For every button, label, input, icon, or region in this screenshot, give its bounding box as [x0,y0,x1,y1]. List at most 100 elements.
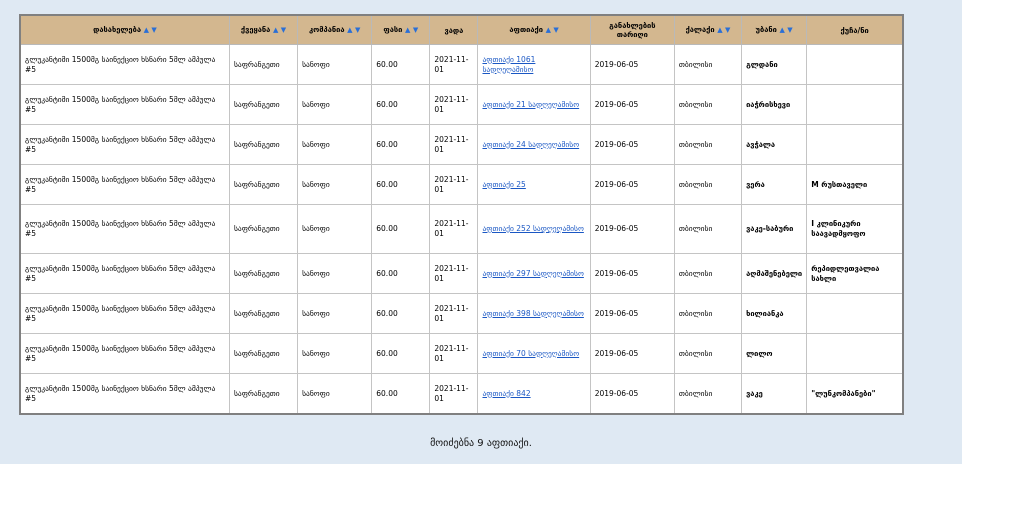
cell-district: ვაკე-საბური [741,204,808,254]
cell-city: თბილისი [673,333,743,374]
cell-updated: 2019-06-05 [589,293,675,334]
sort-arrows-icon[interactable]: ▲ ▼ [717,26,730,34]
pharmacy-link[interactable]: აფთიაქი 398 სადღეღამისო [482,309,583,318]
sort-arrows-icon[interactable]: ▲ ▼ [144,26,157,34]
cell-company: სანოფი [297,204,373,254]
sort-arrows-icon[interactable]: ▲ ▼ [546,26,559,34]
column-header-label: ქალაქი [685,25,715,34]
pharmacy-results-table: დასახელება ▲ ▼ ქვეყანა ▲ ▼ კომპანია ▲ ▼ ფას… [19,14,904,415]
results-panel: დასახელება ▲ ▼ ქვეყანა ▲ ▼ კომპანია ▲ ▼ ფას… [0,0,962,464]
sort-arrows-icon[interactable]: ▲ ▼ [347,26,360,34]
pharmacy-link[interactable]: აფთიაქი 297 სადღეღამისო [482,269,583,278]
cell-city: თბილისი [673,44,743,85]
pharmacy-link[interactable]: აფთიაქი 1061 სადღეღამისო [482,55,535,74]
column-header-label: აფთიაქი [509,25,543,34]
column-header-label: ფასი [383,25,403,34]
column-header-label: დასახელება [93,25,141,34]
cell-updated: 2019-06-05 [589,373,675,415]
pharmacy-link[interactable]: აფთიაქი 252 სადღეღამისო [482,224,583,233]
cell-expiry: 2021-11-01 [429,124,479,165]
table-row: გლუკანტიმი 1500მგ საინექციო ხსნარი 5მლ ა… [19,333,904,374]
cell-price: 60.00 [371,333,431,374]
cell-expiry: 2021-11-01 [429,333,479,374]
cell-updated: 2019-06-05 [589,204,675,254]
cell-expiry: 2021-11-01 [429,253,479,294]
column-header-9: ქუჩა/ნი [806,14,904,45]
cell-district: ავჭალა [741,124,808,165]
cell-name: გლუკანტიმი 1500მგ საინექციო ხსნარი 5მლ ა… [19,333,230,374]
column-header-label: კომპანია [309,25,345,34]
table-header-row: დასახელება ▲ ▼ ქვეყანა ▲ ▼ კომპანია ▲ ▼ ფას… [19,14,904,45]
cell-street: "ლუნკომპანები" [806,373,904,415]
cell-expiry: 2021-11-01 [429,293,479,334]
cell-pharmacy: აფთიაქი 21 სადღეღამისო [477,84,591,125]
table-row: გლუკანტიმი 1500მგ საინექციო ხსნარი 5მლ ა… [19,373,904,415]
cell-expiry: 2021-11-01 [429,44,479,85]
table-row: გლუკანტიმი 1500მგ საინექციო ხსნარი 5მლ ა… [19,124,904,165]
cell-price: 60.00 [371,373,431,415]
cell-district: იაჭრისხევი [741,84,808,125]
cell-country: საფრანგეთი [228,333,299,374]
results-count-text: მოიძებნა 9 აფთიაქი. [430,438,532,449]
cell-price: 60.00 [371,124,431,165]
cell-pharmacy: აფთიაქი 297 სადღეღამისო [477,253,591,294]
pharmacy-link[interactable]: აფთიაქი 21 სადღეღამისო [482,100,579,109]
column-header-6: განახლების თარიღი [589,14,675,45]
table-row: გლუკანტიმი 1500მგ საინექციო ხსნარი 5მლ ა… [19,84,904,125]
cell-price: 60.00 [371,253,431,294]
cell-name: გლუკანტიმი 1500მგ საინექციო ხსნარი 5მლ ა… [19,44,230,85]
column-header-label: ქვეყანა [240,25,271,34]
cell-name: გლუკანტიმი 1500მგ საინექციო ხსნარი 5მლ ა… [19,293,230,334]
cell-street [806,84,904,125]
cell-district: ხილიანკა [741,293,808,334]
cell-street: M რუსთაველი [806,164,904,205]
pharmacy-link[interactable]: აფთიაქი 70 სადღეღამისო [482,349,579,358]
cell-city: თბილისი [673,373,743,415]
cell-city: თბილისი [673,204,743,254]
cell-pharmacy: აფთიაქი 1061 სადღეღამისო [477,44,591,85]
cell-pharmacy: აფთიაქი 70 სადღეღამისო [477,333,591,374]
cell-city: თბილისი [673,253,743,294]
column-header-label: განახლების თარიღი [609,21,656,39]
cell-company: სანოფი [297,293,373,334]
column-header-0[interactable]: დასახელება ▲ ▼ [19,14,230,45]
column-header-5[interactable]: აფთიაქი ▲ ▼ [477,14,591,45]
pharmacy-link[interactable]: აფთიაქი 842 [482,389,530,398]
column-header-2[interactable]: კომპანია ▲ ▼ [297,14,373,45]
sort-arrows-icon[interactable]: ▲ ▼ [405,26,418,34]
table-body: გლუკანტიმი 1500მგ საინექციო ხსნარი 5მლ ა… [19,44,904,415]
cell-name: გლუკანტიმი 1500მგ საინექციო ხსნარი 5მლ ა… [19,124,230,165]
pharmacy-link[interactable]: აფთიაქი 25 [482,180,525,189]
table-row: გლუკანტიმი 1500მგ საინექციო ხსნარი 5მლ ა… [19,293,904,334]
cell-street: რეპიდლეთვალია სახლი [806,253,904,294]
cell-company: სანოფი [297,84,373,125]
cell-district: აღმაშენებელი [741,253,808,294]
cell-name: გლუკანტიმი 1500მგ საინექციო ხსნარი 5მლ ა… [19,164,230,205]
cell-street [806,293,904,334]
cell-district: გლდანი [741,44,808,85]
column-header-1[interactable]: ქვეყანა ▲ ▼ [228,14,299,45]
cell-country: საფრანგეთი [228,253,299,294]
cell-city: თბილისი [673,124,743,165]
cell-pharmacy: აფთიაქი 25 [477,164,591,205]
cell-country: საფრანგეთი [228,84,299,125]
pharmacy-link[interactable]: აფთიაქი 24 სადღეღამისო [482,140,579,149]
cell-company: სანოფი [297,373,373,415]
column-header-3[interactable]: ფასი ▲ ▼ [371,14,431,45]
cell-updated: 2019-06-05 [589,164,675,205]
cell-city: თბილისი [673,293,743,334]
column-header-label: ქუჩა/ნი [840,25,869,35]
sort-arrows-icon[interactable]: ▲ ▼ [779,26,792,34]
cell-name: გლუკანტიმი 1500მგ საინექციო ხსნარი 5მლ ა… [19,204,230,254]
sort-arrows-icon[interactable]: ▲ ▼ [273,26,286,34]
column-header-8[interactable]: უბანი ▲ ▼ [741,14,808,45]
cell-price: 60.00 [371,84,431,125]
cell-country: საფრანგეთი [228,124,299,165]
cell-price: 60.00 [371,204,431,254]
cell-updated: 2019-06-05 [589,44,675,85]
cell-company: სანოფი [297,124,373,165]
column-header-4: ვადა [429,14,479,45]
table-row: გლუკანტიმი 1500მგ საინექციო ხსნარი 5მლ ა… [19,204,904,254]
cell-name: გლუკანტიმი 1500მგ საინექციო ხსნარი 5მლ ა… [19,253,230,294]
column-header-7[interactable]: ქალაქი ▲ ▼ [673,14,743,45]
